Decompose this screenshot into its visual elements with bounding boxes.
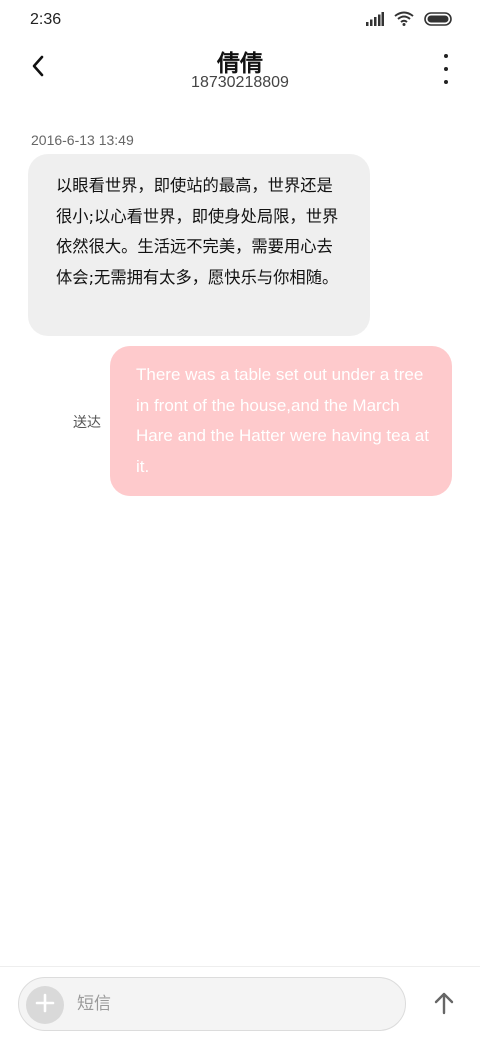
more-options-button[interactable] (438, 54, 454, 84)
status-bar: 2:36 (0, 0, 480, 40)
sms-conversation-screen: 2:36 倩倩 18730218809 2016-6-13 13:49 以眼看世… (0, 0, 480, 1040)
wifi-icon (394, 11, 414, 30)
contact-name: 倩倩 (217, 51, 263, 77)
sms-input[interactable] (77, 978, 387, 1030)
delivery-status: 送达 (73, 415, 101, 431)
signal-icon (366, 11, 384, 30)
composer-input-container (18, 977, 406, 1031)
outgoing-message-bubble[interactable]: There was a table set out under a tree i… (110, 346, 452, 496)
arrow-up-icon (433, 991, 455, 1019)
add-attachment-button[interactable] (26, 986, 64, 1024)
status-time: 2:36 (30, 11, 62, 28)
send-button[interactable] (430, 991, 458, 1019)
more-vertical-icon (444, 54, 448, 58)
message-timestamp: 2016-6-13 13:49 (31, 132, 134, 148)
status-icons (366, 11, 454, 30)
composer-bar (0, 966, 480, 1040)
incoming-message-bubble[interactable]: 以眼看世界，即使站的最高，世界还是很小;以心看世界，即使身处局限，世界依然很大。… (28, 154, 370, 336)
plus-icon (35, 993, 55, 1017)
battery-icon (424, 11, 454, 30)
contact-number: 18730218809 (191, 74, 289, 91)
